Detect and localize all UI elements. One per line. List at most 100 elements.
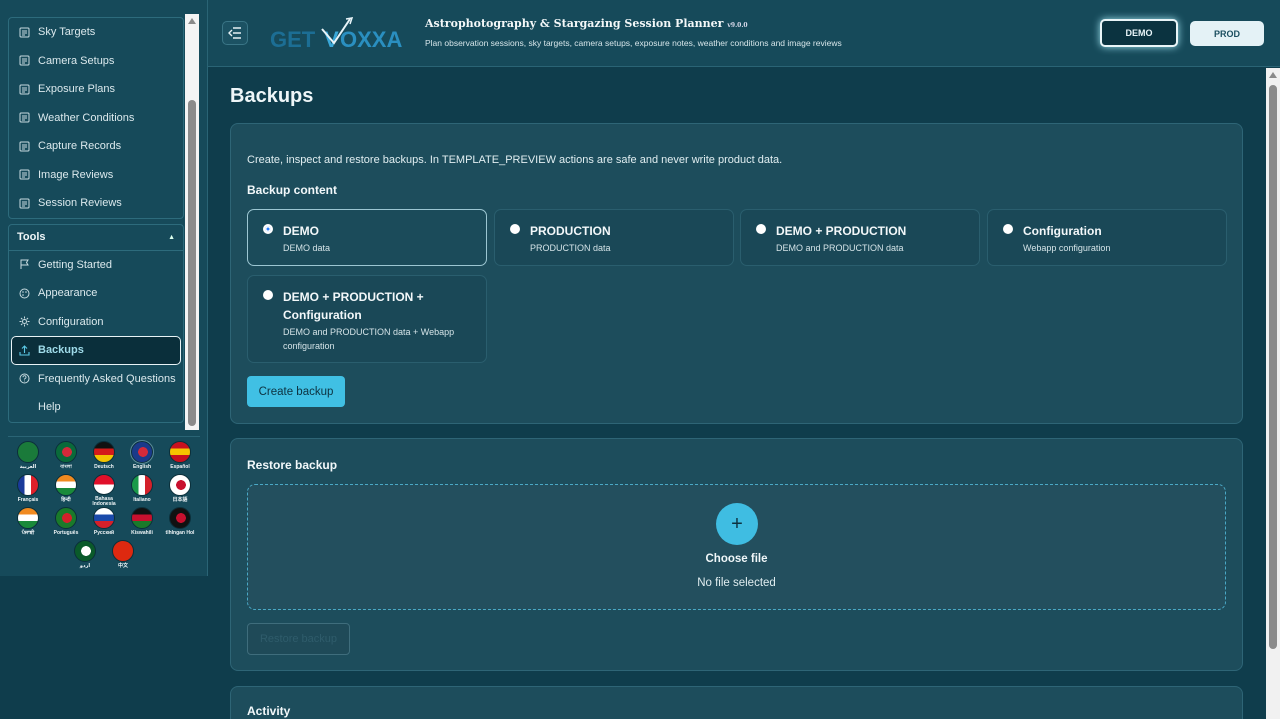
sidebar-item-backups[interactable]: Backups xyxy=(11,336,181,365)
language-label: বাংলা xyxy=(60,464,72,470)
backup-option-configuration[interactable]: Configuration Webapp configuration xyxy=(987,209,1227,266)
gear-icon xyxy=(19,316,30,327)
sidebar-item-exposure-plans[interactable]: Exposure Plans xyxy=(9,75,183,104)
main-scrollbar[interactable] xyxy=(1266,68,1280,719)
flag-icon xyxy=(55,441,77,463)
flag-icon xyxy=(169,474,191,496)
sidebar-item-frequently-asked-questions[interactable]: Frequently Asked Questions xyxy=(9,365,183,394)
language-espa-ol[interactable]: Español xyxy=(161,441,199,474)
sidebar-item-sky-targets[interactable]: Sky Targets xyxy=(9,18,183,47)
language-lang-1[interactable]: বাংলা xyxy=(47,441,85,474)
language-lang-0[interactable]: العربية xyxy=(9,441,47,474)
list-icon xyxy=(19,169,30,180)
scroll-down-icon[interactable] xyxy=(188,420,196,426)
language-label: ਪੰਜਾਬੀ xyxy=(21,530,35,536)
language-italiano[interactable]: Italiano xyxy=(123,474,161,507)
collapse-menu-icon xyxy=(228,27,241,39)
activity-card: Activity xyxy=(230,686,1243,719)
backup-option-demo-production[interactable]: DEMO + PRODUCTION DEMO and PRODUCTION dat… xyxy=(740,209,980,266)
language-lang-10[interactable]: ਪੰਜਾਬੀ xyxy=(9,507,47,540)
sidebar-item-getting-started[interactable]: Getting Started xyxy=(9,251,183,280)
radio-unchecked-icon[interactable] xyxy=(1003,224,1013,234)
sidebar-item-label: Sky Targets xyxy=(38,26,96,39)
list-icon xyxy=(19,112,30,123)
sidebar-item-weather-conditions[interactable]: Weather Conditions xyxy=(9,104,183,133)
radio-unchecked-icon[interactable] xyxy=(756,224,766,234)
sidebar-scrollbar[interactable] xyxy=(185,14,199,430)
radio-unchecked-icon[interactable] xyxy=(263,290,273,300)
backup-option-description: DEMO data xyxy=(283,243,331,253)
create-backup-button[interactable]: Create backup xyxy=(247,376,345,407)
sidebar-tools-group: Tools ▲ Getting Started Appearance Configu… xyxy=(8,223,184,423)
sidebar-item-label: Exposure Plans xyxy=(38,83,116,96)
sidebar-item-session-reviews[interactable]: Session Reviews xyxy=(9,189,183,218)
sidebar-item-configuration[interactable]: Configuration xyxy=(9,308,183,337)
choose-file-label[interactable]: Choose file xyxy=(248,553,1225,565)
restore-backup-title: Restore backup xyxy=(247,458,338,472)
language-label: English xyxy=(132,464,152,470)
sidebar-item-label: Help xyxy=(38,401,61,414)
flag-icon xyxy=(169,441,191,463)
sidebar-item-label: Appearance xyxy=(38,287,98,300)
file-dropzone[interactable]: + Choose file No file selected xyxy=(247,484,1226,610)
language-lang-12[interactable]: Русский xyxy=(85,507,123,540)
tools-group-title: Tools xyxy=(17,231,46,243)
scroll-up-icon[interactable] xyxy=(1269,72,1277,78)
upload-icon xyxy=(19,344,30,356)
sidebar-item-label: Image Reviews xyxy=(38,168,114,181)
plus-icon[interactable]: + xyxy=(716,503,758,545)
language-lang-16[interactable]: 中文 xyxy=(104,540,142,573)
sidebar-item-camera-setups[interactable]: Camera Setups xyxy=(9,47,183,76)
language-label: اردو xyxy=(79,563,91,569)
flag-icon xyxy=(169,507,191,529)
backup-option-title: PRODUCTION xyxy=(530,224,611,238)
language-fran-ais[interactable]: Français xyxy=(9,474,47,507)
demo-mode-button[interactable]: DEMO xyxy=(1100,19,1178,47)
collapse-sidebar-button[interactable] xyxy=(222,21,248,45)
sidebar-item-label: Backups xyxy=(38,344,84,357)
language-label: Bahasa Indonesia xyxy=(92,496,116,507)
sidebar-item-capture-records[interactable]: Capture Records xyxy=(9,132,183,161)
backup-option-title: Configuration xyxy=(1023,224,1102,238)
sidebar-scrollbar-thumb[interactable] xyxy=(188,100,196,426)
language-label: Русский xyxy=(93,530,115,536)
app-title: Astrophotography & Stargazing Session Pl… xyxy=(425,17,748,30)
language-kiswahili[interactable]: Kiswahili xyxy=(123,507,161,540)
language-label: Italiano xyxy=(133,497,151,503)
list-icon xyxy=(19,198,30,209)
language-label: हिन्दी xyxy=(61,497,71,503)
no-file-selected-text: No file selected xyxy=(697,577,776,589)
backup-option-description: PRODUCTION data xyxy=(530,243,611,253)
scroll-up-icon[interactable] xyxy=(188,18,196,24)
language-lang-9[interactable]: 日本語 xyxy=(161,474,199,507)
tools-group-header[interactable]: Tools ▲ xyxy=(9,225,183,251)
backup-option-demo[interactable]: DEMO DEMO data xyxy=(247,209,487,266)
backup-option-title: DEMO + PRODUCTION + Configuration xyxy=(283,290,424,322)
svg-text:GET: GET xyxy=(270,27,316,52)
sidebar-item-label: Getting Started xyxy=(38,258,112,271)
backup-option-production[interactable]: PRODUCTION PRODUCTION data xyxy=(494,209,734,266)
language-deutsch[interactable]: Deutsch xyxy=(85,441,123,474)
language-english[interactable]: English xyxy=(123,440,161,474)
main-scrollbar-thumb[interactable] xyxy=(1269,85,1277,649)
language-label: Español xyxy=(170,464,190,470)
activity-title: Activity xyxy=(247,704,291,718)
app-header: GET V OXXA Astrophotography & Stargazing… xyxy=(208,0,1280,67)
restore-backup-button[interactable]: Restore backup xyxy=(247,623,350,655)
language-portugu-s[interactable]: Português xyxy=(47,507,85,540)
radio-unchecked-icon[interactable] xyxy=(510,224,520,234)
language-tlhingan-hol[interactable]: tlhIngan Hol xyxy=(161,507,199,540)
flag-icon xyxy=(19,259,30,270)
language-bahasa-indonesia[interactable]: Bahasa Indonesia xyxy=(85,474,123,507)
sidebar-item-image-reviews[interactable]: Image Reviews xyxy=(9,161,183,190)
language-lang-15[interactable]: اردو xyxy=(66,540,104,573)
sidebar-item-help[interactable]: Help xyxy=(9,393,183,422)
sidebar-item-appearance[interactable]: Appearance xyxy=(9,279,183,308)
backup-option-demo-production-configuration[interactable]: DEMO + PRODUCTION + Configuration DEMO an… xyxy=(247,275,487,363)
prod-mode-button[interactable]: PROD xyxy=(1190,21,1264,46)
flag-icon xyxy=(130,440,154,464)
radio-checked-icon[interactable] xyxy=(263,224,273,234)
flag-icon xyxy=(55,474,77,496)
sidebar-item-label: Camera Setups xyxy=(38,54,115,67)
language-lang-6[interactable]: हिन्दी xyxy=(47,474,85,507)
